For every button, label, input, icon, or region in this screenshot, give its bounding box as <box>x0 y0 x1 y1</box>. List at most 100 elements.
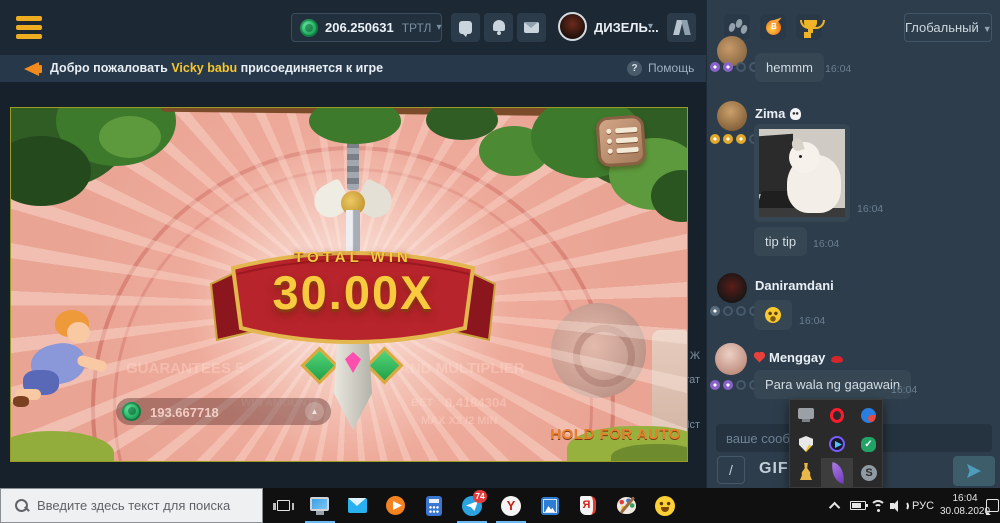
tray-opera-icon[interactable] <box>823 403 851 429</box>
send-button[interactable] <box>953 456 995 486</box>
channel-selector[interactable]: Глобальный ▼ <box>904 13 992 42</box>
user-avatar[interactable] <box>558 12 587 41</box>
gif-image[interactable] <box>759 129 845 217</box>
chevron-down-icon: ▼ <box>983 24 992 34</box>
total-win-value: 30.00X <box>203 265 503 320</box>
message-time: 16:04 <box>857 203 883 215</box>
windows-taskbar: 74 РУС 16:04 30.08.2020 <box>0 488 1000 523</box>
balance-value: 206.250631 <box>325 20 394 35</box>
message-username: Zima <box>755 106 801 121</box>
channel-label: Глобальный <box>905 20 979 35</box>
tray-antivirus-check-icon[interactable] <box>854 432 882 458</box>
game-balance-pill: 193.667718 <box>116 398 331 425</box>
bell-icon <box>493 20 505 31</box>
username-text: Daniramdani <box>755 278 834 293</box>
windows-search-box[interactable] <box>0 488 263 523</box>
notice-text: Добро пожаловать Vicky babu присоединяет… <box>50 55 383 82</box>
game-character <box>15 304 133 449</box>
taskbar-calculator-icon[interactable] <box>422 494 446 518</box>
hamburger-menu-icon[interactable] <box>16 16 42 40</box>
message-username: Daniramdani <box>755 278 834 293</box>
taskbar-photos-icon[interactable] <box>538 494 562 518</box>
kiss-lips-emoji-icon <box>831 356 843 363</box>
ghost-emoji-icon <box>790 108 801 120</box>
fireball-icon <box>766 20 781 35</box>
taskbar-telegram-icon[interactable]: 74 <box>460 494 484 518</box>
slash-command-button[interactable]: / <box>717 456 745 484</box>
notice-prefix: Добро пожаловать <box>50 61 171 75</box>
chat-bubble-icon <box>459 21 472 34</box>
total-win-label: TOTAL WIN <box>233 249 473 266</box>
tray-photos-app-icon[interactable] <box>854 403 882 429</box>
deposit-arrow-button[interactable] <box>305 402 324 421</box>
chevron-down-icon: ▾ <box>436 22 441 33</box>
taskbar-mail-icon[interactable] <box>346 494 370 518</box>
chat-message: Para wala ng gagawain <box>754 370 911 399</box>
taskbar-paint-palette-icon[interactable] <box>615 494 639 518</box>
taskbar-computer-icon[interactable] <box>308 494 332 518</box>
question-circle-icon[interactable]: ? <box>627 61 642 76</box>
green-coin-icon <box>122 402 141 421</box>
balance-selector[interactable]: 206.250631 ТРТЛ ▾ <box>291 13 442 42</box>
journal-icon <box>673 20 683 35</box>
taskbar-yandex-browser-icon[interactable] <box>499 494 523 518</box>
notice-suffix: присоединяется к игре <box>237 61 383 75</box>
avatar[interactable] <box>717 101 747 131</box>
chevron-down-icon: ▾ <box>648 21 653 32</box>
screen: 206.250631 ТРТЛ ▾ ДИЗЕЛЬ... ▾ Добро пожа… <box>0 0 1000 523</box>
tray-skype-icon[interactable] <box>854 460 882 486</box>
chat-gif-message <box>754 124 850 222</box>
tray-overflow-popup <box>789 399 883 488</box>
fireball-button[interactable] <box>759 13 787 41</box>
avatar[interactable] <box>717 273 747 303</box>
help-link[interactable]: Помощь <box>648 55 694 82</box>
messages-button[interactable] <box>517 13 546 42</box>
message-time: 16:04 <box>799 315 825 327</box>
megaphone-icon <box>24 62 39 76</box>
avatar[interactable] <box>715 343 747 375</box>
currency-label: ТРТЛ <box>402 21 432 35</box>
task-view-button[interactable] <box>272 494 296 518</box>
message-time: 16:04 <box>813 238 839 250</box>
taskbar-yandex-app-icon[interactable] <box>576 494 600 518</box>
trophy-button[interactable] <box>795 13 823 41</box>
tray-chevron-up-icon[interactable] <box>826 488 846 523</box>
faint-multiplier-text: AND MULTIPLIER <box>399 360 525 377</box>
username-text: Zima <box>755 106 785 121</box>
clock-time: 16:04 <box>940 493 990 506</box>
tray-feather-icon[interactable] <box>823 460 851 486</box>
mail-icon <box>524 22 539 33</box>
journal-button[interactable] <box>667 13 696 42</box>
action-center-icon[interactable] <box>984 488 1000 523</box>
taskbar-emoji-app-icon[interactable] <box>653 494 677 518</box>
search-input[interactable] <box>37 498 237 513</box>
notice-username: Vicky babu <box>171 61 237 75</box>
tray-media-player-icon[interactable] <box>823 432 851 458</box>
tray-defender-alert-icon[interactable] <box>792 432 820 458</box>
sword-handle <box>347 137 359 190</box>
message-username: Menggay <box>755 350 843 365</box>
chat-toggle-button[interactable] <box>451 13 480 42</box>
faint-bet-label: BET <box>411 397 433 409</box>
chat-emoji-message <box>754 300 792 330</box>
gif-button[interactable]: GIF <box>759 460 789 478</box>
notifications-button[interactable] <box>484 13 513 42</box>
search-icon <box>15 499 29 513</box>
taskbar-media-player-icon[interactable] <box>384 494 408 518</box>
coin-icon <box>300 19 318 37</box>
game-balance-value: 193.667718 <box>150 405 219 420</box>
chat-message: hemmm <box>755 53 824 82</box>
sparkling-heart-emoji-icon <box>755 353 765 363</box>
neutral-face-emoji-icon <box>765 307 781 323</box>
language-indicator[interactable]: РУС <box>908 488 938 523</box>
username-text: Menggay <box>769 350 825 365</box>
foliage <box>99 116 161 158</box>
faint-guarantee-text: GUARANTEES 5 <box>126 360 244 377</box>
game-menu-button[interactable] <box>595 114 646 167</box>
game-frame[interactable]: GUARANTEES 5 AND MULTIPLIER WIN AMOUNT B… <box>10 107 688 462</box>
speaker-icon[interactable] <box>886 488 910 523</box>
tray-gold-statuette-icon[interactable] <box>792 460 820 486</box>
message-time: 16:04 <box>891 384 917 396</box>
hold-for-auto-button[interactable]: HOLD FOR AUTO <box>481 426 681 443</box>
tray-display-icon[interactable] <box>792 403 820 429</box>
